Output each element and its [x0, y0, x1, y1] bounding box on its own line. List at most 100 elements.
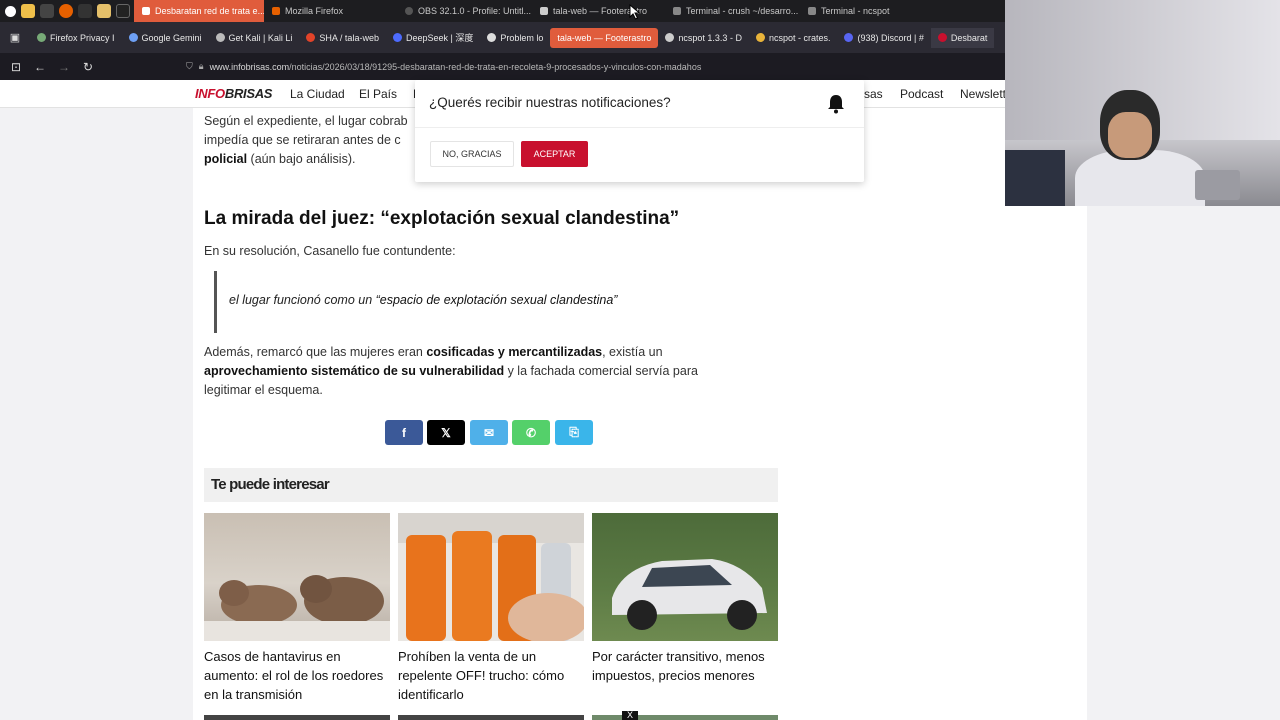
decline-button[interactable]: NO, GRACIAS: [430, 141, 514, 167]
accept-button[interactable]: ACEPTAR: [521, 141, 588, 167]
back-icon[interactable]: ←: [28, 60, 52, 74]
firefox-icon: [272, 7, 280, 15]
bookmark-item[interactable]: Desbarat: [930, 27, 995, 48]
bookmark-item[interactable]: tala-web — Footerastro: [550, 27, 659, 48]
card-image[interactable]: [592, 715, 778, 720]
taskbar: Desbaratan red de trata e... Mozilla Fir…: [0, 0, 1005, 22]
sidebar-toggle-icon[interactable]: ▣: [0, 31, 30, 44]
sidebar-icon[interactable]: ⊡: [4, 60, 28, 74]
webcam-laptop: [1195, 170, 1240, 200]
bookmark-item[interactable]: Problem lo: [480, 28, 550, 48]
bookmark-item[interactable]: DeepSeek | 深度: [386, 28, 480, 48]
share-whatsapp-button[interactable]: ✆: [512, 420, 550, 445]
article-paragraph: En su resolución, Casanello fue contunde…: [204, 244, 456, 258]
taskbar-tab[interactable]: Mozilla Firefox: [264, 0, 397, 22]
url-path: /noticias/2026/03/18/91295-desbaratan-re…: [289, 61, 702, 72]
crates-icon: [755, 33, 765, 42]
notification-popup: ¿Querés recibir nuestras notificaciones?…: [415, 80, 864, 182]
firefox-icon: [142, 7, 150, 15]
related-heading: Te puede interesar: [211, 476, 330, 493]
gemini-icon: [128, 33, 138, 42]
popup-question: ¿Querés recibir nuestras notificaciones?: [429, 95, 671, 110]
mint-menu-icon[interactable]: [5, 5, 16, 17]
window-icon: [540, 7, 548, 15]
obs-icon: [405, 7, 413, 15]
whatsapp-icon: ✆: [525, 425, 537, 440]
discord-icon: [844, 33, 854, 42]
url-bar[interactable]: ⛉ 🔒︎ www.infobrisas.com/noticias/2026/03…: [180, 56, 1005, 78]
reload-icon[interactable]: ↻: [76, 60, 100, 74]
divider: [415, 127, 864, 128]
nav-link-newsletter[interactable]: Newslett: [960, 87, 1005, 101]
forward-icon[interactable]: →: [52, 60, 76, 74]
terminal-icon[interactable]: [78, 4, 92, 18]
bookmarks-bar: ▣ Firefox Privacy I Google Gemini Get Ka…: [0, 22, 1005, 53]
nav-link-podcast[interactable]: Podcast: [900, 87, 943, 101]
copy-icon: ⎘: [569, 425, 579, 439]
firefox-icon[interactable]: [59, 4, 73, 18]
content-column: [1005, 206, 1087, 720]
card-title[interactable]: Por carácter transitivo, menos impuestos…: [592, 647, 778, 685]
facebook-icon: f: [402, 425, 406, 440]
close-icon[interactable]: X: [622, 711, 638, 720]
nav-link[interactable]: sas: [864, 87, 883, 101]
taskbar-tab[interactable]: OBS 32.1.0 - Profile: Untitl...: [397, 0, 532, 22]
taskbar-tab[interactable]: Terminal - ncspot: [800, 0, 910, 22]
github-icon: [665, 33, 675, 42]
shield-icon[interactable]: ⛉: [186, 61, 193, 72]
bookmark-item[interactable]: ncspot - crates.: [749, 28, 838, 48]
terminal-icon: [673, 7, 681, 15]
card-image[interactable]: [398, 715, 584, 720]
nav-link-el-pais[interactable]: El País: [359, 87, 397, 101]
webcam-overlay: [1005, 0, 1280, 206]
nav-link-la-ciudad[interactable]: La Ciudad: [290, 87, 345, 101]
lock-icon[interactable]: 🔒︎: [199, 61, 204, 72]
bookmark-item[interactable]: Get Kali | Kali Li: [209, 28, 300, 48]
url-host: www.infobrisas.com: [209, 61, 290, 72]
section-heading: La mirada del juez: “explotación sexual …: [204, 208, 680, 229]
site-logo[interactable]: INFOBRISAS: [195, 86, 272, 101]
terminal-icon: [808, 7, 816, 15]
privacy-icon: [37, 33, 46, 42]
share-x-button[interactable]: 𝕏: [427, 420, 465, 445]
webcam-person-face: [1108, 112, 1152, 158]
terminal-icon[interactable]: [40, 4, 54, 18]
bookmark-item[interactable]: SHA / tala-web: [299, 28, 386, 48]
taskbar-tab[interactable]: tala-web — Footerastro: [532, 0, 665, 22]
window-icon[interactable]: [116, 4, 130, 18]
gitlab-icon: [306, 33, 316, 42]
article-paragraph: Además, remarcó que las mujeres eran cos…: [204, 345, 698, 397]
share-copy-button[interactable]: ⎘: [555, 420, 593, 445]
card-image-rats[interactable]: [204, 513, 390, 641]
bell-icon: [828, 95, 844, 114]
share-facebook-button[interactable]: f: [385, 420, 423, 445]
bookmark-item[interactable]: ncspot 1.3.3 - D: [658, 28, 749, 48]
info-icon: [487, 33, 497, 42]
webcam-object: [1005, 150, 1065, 206]
bookmark-item[interactable]: Google Gemini: [122, 28, 209, 48]
card-image-car[interactable]: [592, 513, 778, 641]
page-right-area: [1005, 206, 1280, 720]
repellent-illustration: [398, 513, 584, 641]
x-icon: 𝕏: [441, 425, 451, 440]
card-title[interactable]: Casos de hantavirus en aumento: el rol d…: [204, 647, 390, 704]
bookmark-item[interactable]: Firefox Privacy I: [30, 28, 122, 48]
card-image[interactable]: [204, 715, 390, 720]
share-email-button[interactable]: ✉: [470, 420, 508, 445]
kali-icon: [215, 33, 225, 42]
bookmark-item[interactable]: (938) Discord | #: [837, 28, 930, 48]
site-icon: [937, 33, 947, 42]
taskbar-tab[interactable]: Terminal - crush ~/desarro...: [665, 0, 800, 22]
rats-illustration: [204, 575, 390, 641]
taskbar-tab[interactable]: Desbaratan red de trata e...: [134, 0, 264, 22]
file-manager-icon[interactable]: [21, 4, 35, 18]
card-title[interactable]: Prohíben la venta de un repelente OFF! t…: [398, 647, 584, 704]
related-header: Te puede interesar: [204, 468, 778, 502]
deepseek-icon: [392, 33, 402, 42]
mouse-cursor-icon: [629, 4, 641, 20]
folder-icon[interactable]: [97, 4, 111, 18]
navigation-bar: ⊡ ← → ↻ ⛉ 🔒︎ www.infobrisas.com/noticias…: [0, 53, 1005, 80]
blockquote: el lugar funcionó como un “espacio de ex…: [214, 271, 754, 333]
email-icon: ✉: [483, 425, 495, 440]
card-image-repellent[interactable]: [398, 513, 584, 641]
